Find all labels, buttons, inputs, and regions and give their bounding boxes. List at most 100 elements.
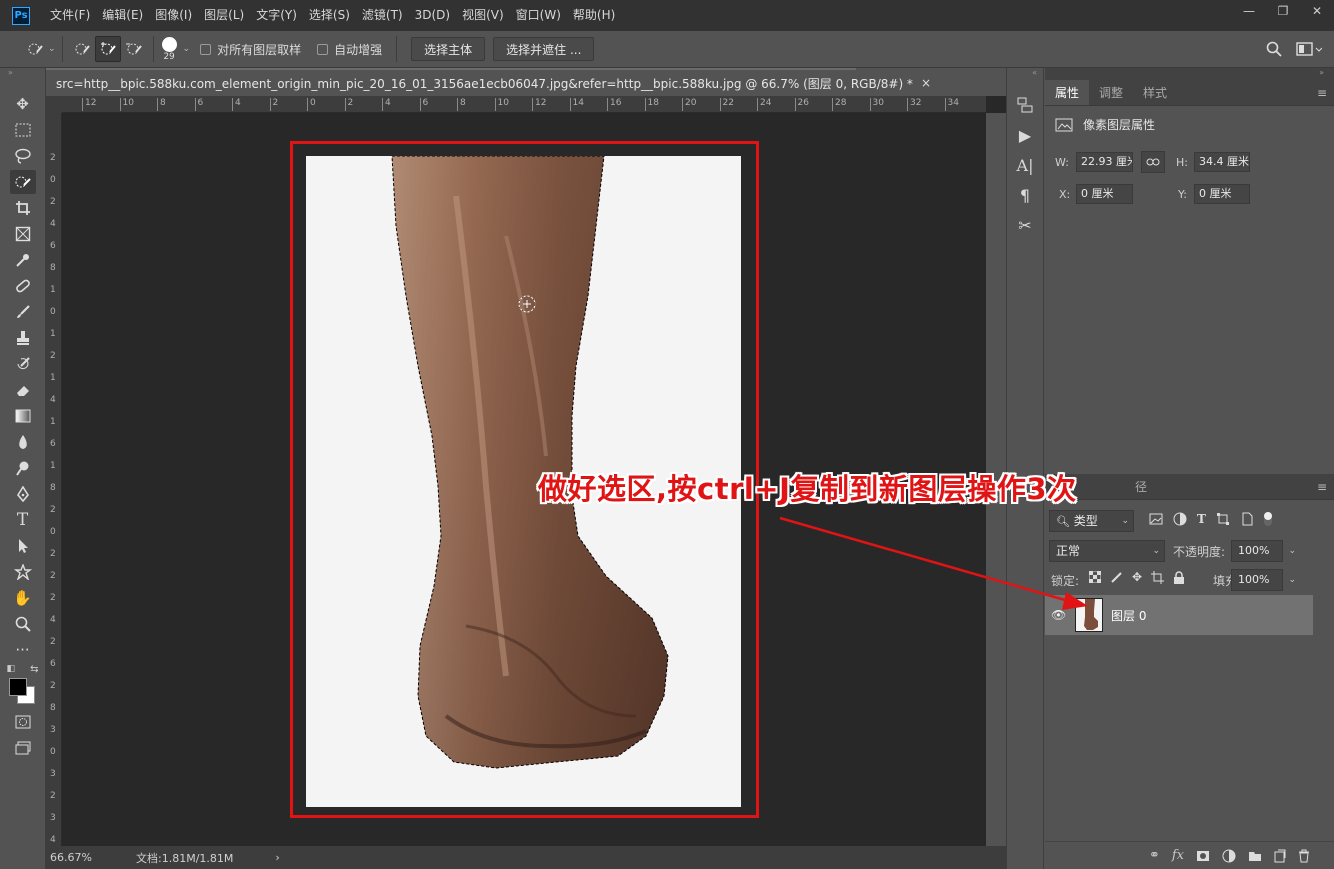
move-tool-icon[interactable]: ✥ <box>10 92 36 116</box>
lasso-tool-icon[interactable] <box>10 144 36 168</box>
height-field[interactable]: 34.4 厘米 <box>1194 152 1250 172</box>
eyedropper-tool-icon[interactable] <box>10 248 36 272</box>
status-menu-arrow[interactable]: › <box>275 851 279 864</box>
menu-image[interactable]: 图像(I) <box>149 0 198 31</box>
menu-window[interactable]: 窗口(W) <box>510 0 567 31</box>
chevron-down-icon[interactable]: ⌄ <box>48 44 56 54</box>
filter-smart-object-icon[interactable] <box>1240 512 1254 526</box>
width-field[interactable]: 22.93 厘米 <box>1076 152 1133 172</box>
menu-3d[interactable]: 3D(D) <box>409 0 456 31</box>
screen-mode-icon[interactable] <box>10 736 36 760</box>
new-layer-icon[interactable] <box>1274 849 1286 863</box>
path-selection-tool-icon[interactable] <box>10 534 36 558</box>
panel-collapse-icon[interactable]: « <box>1007 68 1043 80</box>
search-icon[interactable] <box>1266 41 1282 57</box>
select-and-mask-button[interactable]: 选择并遮住 ... <box>493 37 595 61</box>
panel-collapse-icon[interactable]: » <box>1045 68 1334 80</box>
lock-transparent-icon[interactable] <box>1089 571 1101 583</box>
tab-adjustments[interactable]: 调整 <box>1089 80 1133 105</box>
horizontal-ruler[interactable]: 12 10 8 6 4 2 0 2 4 6 8 10 12 14 16 18 20 22 24 26 28 30 32 34 <box>62 96 986 113</box>
add-mask-icon[interactable] <box>1196 850 1210 862</box>
chevron-down-icon[interactable]: ⌄ <box>183 44 191 54</box>
eraser-tool-icon[interactable] <box>10 378 36 402</box>
close-tab-icon[interactable]: × <box>921 76 931 90</box>
close-button[interactable]: ✕ <box>1300 0 1334 22</box>
actions-panel-icon[interactable]: ▶ <box>1011 122 1039 148</box>
checkbox-box[interactable] <box>317 43 329 55</box>
gradient-tool-icon[interactable] <box>10 404 36 428</box>
chevron-down-icon[interactable]: ⌄ <box>1288 541 1296 561</box>
swap-colors-icon[interactable]: ⇆ <box>30 664 38 675</box>
menu-file[interactable]: 文件(F) <box>44 0 96 31</box>
layer-style-icon[interactable]: fx <box>1172 848 1184 863</box>
history-brush-tool-icon[interactable] <box>10 352 36 376</box>
link-layers-icon[interactable]: ⚭ <box>1149 848 1160 863</box>
subtract-from-selection-brush-icon[interactable] <box>121 36 147 62</box>
filter-pixel-icon[interactable] <box>1149 513 1163 525</box>
tool-preset-icon[interactable] <box>22 36 48 62</box>
menu-view[interactable]: 视图(V) <box>456 0 510 31</box>
zoom-tool-icon[interactable] <box>10 612 36 636</box>
layer-thumbnail[interactable] <box>1075 598 1103 632</box>
brush-tool-icon[interactable] <box>10 300 36 324</box>
quick-selection-tool-icon[interactable] <box>9 170 36 194</box>
auto-enhance-checkbox[interactable]: 自动增强 <box>317 41 382 58</box>
clone-stamp-tool-icon[interactable] <box>10 326 36 350</box>
more-tools-icon[interactable]: ··· <box>10 638 36 662</box>
lock-image-icon[interactable] <box>1110 571 1123 584</box>
minimize-button[interactable]: — <box>1232 0 1266 22</box>
menu-help[interactable]: 帮助(H) <box>567 0 621 31</box>
blur-tool-icon[interactable] <box>10 430 36 454</box>
lock-all-icon[interactable] <box>1173 570 1185 584</box>
character-panel-icon[interactable]: A| <box>1011 152 1039 178</box>
brush-size-picker[interactable]: 29 <box>161 36 177 62</box>
chevron-down-icon[interactable]: ⌄ <box>1288 570 1296 590</box>
tool-presets-icon[interactable]: ✂ <box>1011 212 1039 238</box>
vertical-ruler[interactable]: 20246810121416182022242628303234 <box>46 113 62 846</box>
y-field[interactable]: 0 厘米 <box>1194 184 1250 204</box>
quick-mask-icon[interactable] <box>10 710 36 734</box>
fill-field[interactable]: 100% ⌄ <box>1231 569 1296 591</box>
new-adjustment-layer-icon[interactable] <box>1222 849 1236 863</box>
x-field[interactable]: 0 厘米 <box>1076 184 1133 204</box>
document-tab[interactable]: src=http__bpic.588ku.com_element_origin_… <box>46 68 931 96</box>
layer-row[interactable]: 👁︎ 图层 0 <box>1045 595 1313 635</box>
menu-select[interactable]: 选择(S) <box>303 0 356 31</box>
tab-styles[interactable]: 样式 <box>1133 80 1177 105</box>
filter-toggle[interactable] <box>1263 512 1272 526</box>
filter-adjustment-icon[interactable] <box>1173 512 1187 526</box>
new-selection-brush-icon[interactable] <box>69 36 95 62</box>
new-group-icon[interactable] <box>1248 850 1262 862</box>
panel-menu-icon[interactable]: ≡ <box>1310 474 1334 499</box>
dodge-tool-icon[interactable] <box>10 456 36 480</box>
default-colors-icon[interactable]: ◧ <box>7 664 16 674</box>
add-to-selection-brush-icon[interactable] <box>94 36 121 62</box>
frame-tool-icon[interactable] <box>10 222 36 246</box>
menu-edit[interactable]: 编辑(E) <box>96 0 149 31</box>
marquee-tool-icon[interactable] <box>10 118 36 142</box>
link-dimensions-icon[interactable] <box>1141 151 1165 173</box>
custom-shape-tool-icon[interactable] <box>10 560 36 584</box>
filter-shape-icon[interactable] <box>1216 512 1230 526</box>
tab-paths[interactable]: 径 <box>1125 474 1157 499</box>
hand-tool-icon[interactable]: ✋ <box>10 586 36 610</box>
checkbox-box[interactable] <box>200 43 212 55</box>
menu-type[interactable]: 文字(Y) <box>250 0 303 31</box>
lock-artboard-icon[interactable] <box>1151 570 1165 584</box>
paragraph-panel-icon[interactable]: ¶ <box>1011 182 1039 208</box>
zoom-level[interactable]: 66.67% <box>50 851 110 864</box>
healing-brush-tool-icon[interactable] <box>10 274 36 298</box>
crop-tool-icon[interactable] <box>10 196 36 220</box>
blend-mode-dropdown[interactable]: 正常 ⌄ <box>1049 540 1165 562</box>
delete-layer-icon[interactable] <box>1298 849 1310 863</box>
select-subject-button[interactable]: 选择主体 <box>411 37 486 61</box>
restore-button[interactable]: ❐ <box>1266 0 1300 22</box>
lock-position-icon[interactable]: ✥ <box>1132 570 1142 584</box>
foreground-color-swatch[interactable] <box>8 678 27 696</box>
tab-properties[interactable]: 属性 <box>1045 80 1090 105</box>
opacity-field[interactable]: 100% ⌄ <box>1231 540 1296 562</box>
type-tool-icon[interactable]: T <box>10 508 36 532</box>
layer-name[interactable]: 图层 0 <box>1111 607 1146 624</box>
workspace-icon[interactable] <box>1296 41 1322 57</box>
menu-filter[interactable]: 滤镜(T) <box>356 0 409 31</box>
